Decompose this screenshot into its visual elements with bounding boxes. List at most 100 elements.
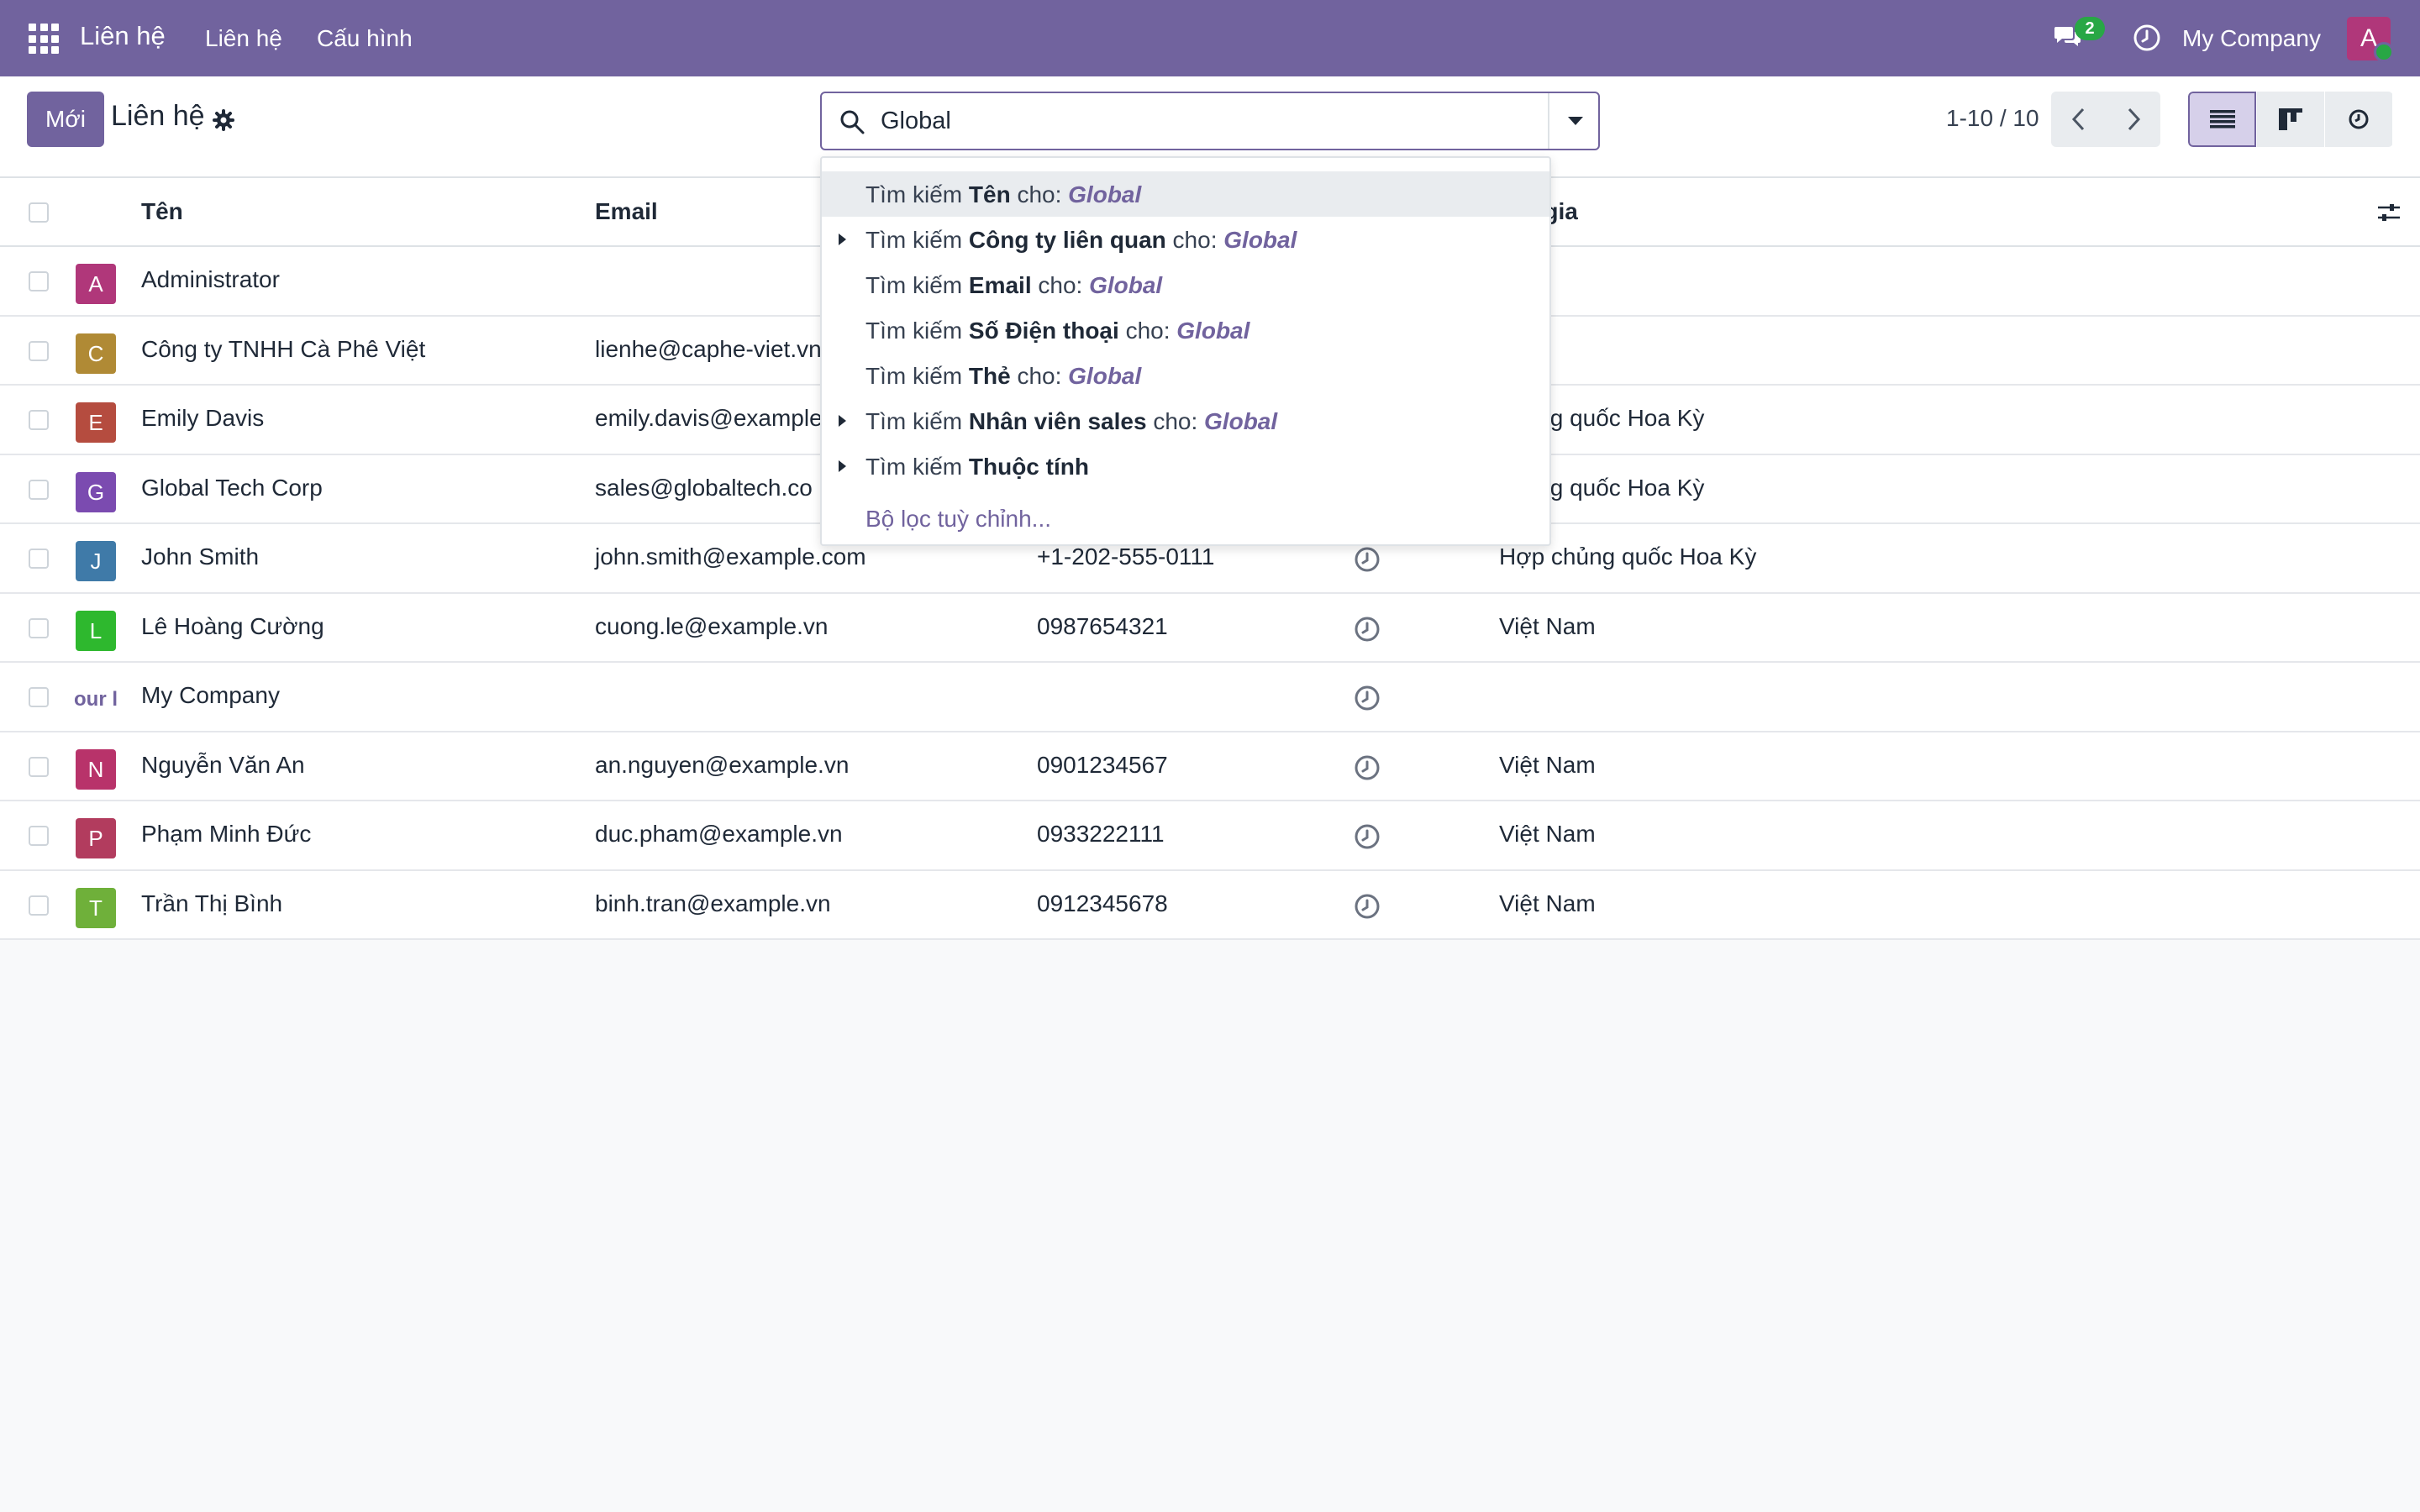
new-button[interactable]: Mới	[27, 92, 104, 147]
kanban-view-button[interactable]	[2256, 92, 2324, 147]
search-suggestion-item[interactable]: Tìm kiếm Tên cho: Global	[822, 171, 1549, 217]
cell-phone: 0901234567	[1037, 751, 1168, 778]
optional-columns-icon[interactable]	[2376, 200, 2402, 225]
activity-clock-icon[interactable]	[1354, 823, 1381, 850]
cell-email: cuong.le@example.vn	[595, 612, 829, 639]
activity-clock-icon[interactable]	[1354, 893, 1381, 920]
search-suggestion-item[interactable]: Tìm kiếm Email cho: Global	[822, 262, 1549, 307]
row-checkbox[interactable]	[29, 271, 49, 291]
cell-phone: 0933222111	[1037, 821, 1165, 847]
pager-next-button[interactable]	[2106, 92, 2160, 147]
kanban-icon	[2279, 108, 2302, 130]
select-all-checkbox[interactable]	[29, 202, 49, 223]
cell-email: emily.davis@example	[595, 405, 823, 431]
cell-name: Administrator	[141, 266, 280, 292]
row-checkbox[interactable]	[29, 549, 49, 569]
pager-previous-button[interactable]	[2051, 92, 2106, 147]
chevron-left-icon	[2071, 108, 2084, 131]
search-suggestion-label: Tìm kiếm Email cho: Global	[865, 272, 1163, 298]
cell-email: an.nguyen@example.vn	[595, 751, 850, 778]
activity-clock-icon[interactable]	[1354, 754, 1381, 781]
cell-name: My Company	[141, 682, 280, 708]
contact-avatar: C	[76, 333, 116, 374]
list-view-button[interactable]	[2188, 92, 2256, 147]
contact-avatar: A	[76, 264, 116, 304]
cell-name: John Smith	[141, 543, 260, 570]
search-suggestion-item[interactable]: Tìm kiếm Thuộc tính	[822, 444, 1549, 489]
chevron-right-icon	[2128, 108, 2140, 131]
expand-caret-icon[interactable]	[839, 460, 846, 472]
custom-filter-link[interactable]: Bộ lọc tuỳ chỉnh...	[822, 496, 1549, 541]
search-suggestion-item[interactable]: Tìm kiếm Công ty liên quan cho: Global	[822, 217, 1549, 262]
expand-caret-icon[interactable]	[839, 415, 846, 427]
menu-configuration[interactable]: Cấu hình	[317, 25, 413, 52]
cell-email: john.smith@example.com	[595, 543, 866, 570]
activity-clock-icon[interactable]	[1354, 546, 1381, 573]
cell-name: Trần Thị Bình	[141, 890, 283, 916]
search-suggestion-label: Tìm kiếm Số Điện thoại cho: Global	[865, 318, 1250, 344]
row-checkbox[interactable]	[29, 756, 49, 777]
contact-avatar: L	[76, 610, 116, 651]
column-header-email[interactable]: Email	[595, 198, 658, 225]
search-suggestion-item[interactable]: Tìm kiếm Nhân viên sales cho: Global	[822, 398, 1549, 444]
search-autocomplete-dropdown: Tìm kiếm Tên cho: Global Tìm kiếm Công ty…	[820, 156, 1551, 546]
table-row[interactable]: P Phạm Minh Đức duc.pham@example.vn 0933…	[0, 801, 2420, 871]
company-logo-avatar: our l	[74, 688, 118, 711]
cell-email: sales@globaltech.co	[595, 474, 813, 501]
contact-avatar: J	[76, 541, 116, 581]
row-checkbox[interactable]	[29, 617, 49, 638]
pager-buttons	[2051, 92, 2160, 147]
search-suggestion-label: Tìm kiếm Tên cho: Global	[865, 181, 1142, 207]
activity-clock-icon[interactable]	[2133, 24, 2161, 52]
cell-phone: 0987654321	[1037, 612, 1168, 639]
app-name[interactable]: Liên hệ	[80, 21, 166, 51]
activity-clock-icon[interactable]	[1354, 616, 1381, 643]
contact-avatar: T	[76, 887, 116, 928]
row-checkbox[interactable]	[29, 895, 49, 916]
table-row[interactable]: our l My Company	[0, 663, 2420, 732]
view-switcher	[2188, 92, 2393, 147]
row-checkbox[interactable]	[29, 479, 49, 500]
contact-avatar: P	[76, 818, 116, 858]
list-icon	[2209, 110, 2235, 129]
search-suggestion-item[interactable]: Tìm kiếm Số Điện thoại cho: Global	[822, 307, 1549, 353]
pager-value[interactable]: 1-10 / 10	[1946, 105, 2039, 132]
search-suggestion-item[interactable]: Tìm kiếm Thẻ cho: Global	[822, 353, 1549, 398]
expand-caret-icon[interactable]	[839, 234, 846, 245]
search-options-toggle[interactable]	[1548, 93, 1598, 149]
search-suggestion-label: Tìm kiếm Công ty liên quan cho: Global	[865, 227, 1297, 253]
activity-clock-icon[interactable]	[1354, 685, 1381, 711]
cell-name: Phạm Minh Đức	[141, 821, 312, 847]
gear-icon[interactable]	[212, 108, 235, 132]
activity-view-button[interactable]	[2324, 92, 2392, 147]
top-navbar: Liên hệ Liên hệ Cấu hình 2 My Company A	[0, 0, 2420, 76]
search-bar	[820, 92, 1600, 150]
table-row[interactable]: L Lê Hoàng Cường cuong.le@example.vn 098…	[0, 593, 2420, 663]
cell-email: binh.tran@example.vn	[595, 890, 831, 916]
search-suggestion-label: Tìm kiếm Thẻ cho: Global	[865, 363, 1142, 389]
clock-icon	[2349, 109, 2369, 129]
apps-grid-icon[interactable]	[29, 24, 59, 54]
cell-country: Hợp chủng quốc Hoa Kỳ	[1499, 543, 1757, 570]
table-row[interactable]: N Nguyễn Văn An an.nguyen@example.vn 090…	[0, 732, 2420, 801]
cell-country: Việt Nam	[1499, 612, 1596, 639]
cell-name: Emily Davis	[141, 405, 265, 431]
column-header-name[interactable]: Tên	[141, 198, 183, 225]
row-checkbox[interactable]	[29, 687, 49, 707]
cell-country: Việt Nam	[1499, 751, 1596, 778]
cell-name: Lê Hoàng Cường	[141, 612, 324, 639]
table-row[interactable]: T Trần Thị Bình binh.tran@example.vn 091…	[0, 870, 2420, 940]
search-suggestion-label: Tìm kiếm Nhân viên sales cho: Global	[865, 408, 1278, 434]
menu-contacts[interactable]: Liên hệ	[205, 25, 282, 52]
cell-country: Việt Nam	[1499, 821, 1596, 847]
cell-name: Công ty TNHH Cà Phê Việt	[141, 335, 426, 362]
cell-email: duc.pham@example.vn	[595, 821, 843, 847]
cell-name: Nguyễn Văn An	[141, 751, 305, 778]
row-checkbox[interactable]	[29, 340, 49, 361]
search-input[interactable]	[881, 102, 1519, 140]
cell-name: Global Tech Corp	[141, 474, 323, 501]
custom-filter-label: Bộ lọc tuỳ chỉnh...	[865, 506, 1052, 532]
row-checkbox[interactable]	[29, 410, 49, 430]
company-switcher[interactable]: My Company	[2182, 25, 2321, 52]
row-checkbox[interactable]	[29, 826, 49, 846]
